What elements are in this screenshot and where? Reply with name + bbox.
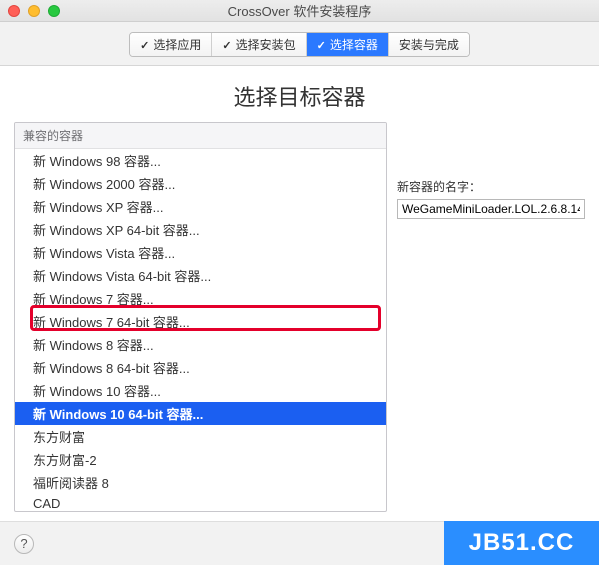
wizard-step-2[interactable]: 选择容器	[307, 33, 389, 56]
wizard-step-label: 选择容器	[330, 36, 378, 53]
check-icon	[140, 38, 149, 52]
container-list[interactable]: 新 Windows 98 容器...新 Windows 2000 容器...新 …	[15, 149, 386, 512]
list-item[interactable]: 新 Windows 10 64-bit 容器...	[15, 402, 386, 425]
name-field-label: 新容器的名字：	[397, 178, 585, 195]
list-item[interactable]: 新 Windows 98 容器...	[15, 149, 386, 172]
titlebar: CrossOver 软件安装程序	[0, 0, 599, 22]
list-item[interactable]: CAD	[15, 494, 386, 512]
wizard-steps: 选择应用 选择安装包 选择容器 安装与完成	[129, 32, 470, 57]
wizard-step-label: 选择安装包	[236, 36, 296, 53]
wizard-step-0[interactable]: 选择应用	[130, 33, 212, 56]
list-item[interactable]: 新 Windows 2000 容器...	[15, 172, 386, 195]
container-name-input[interactable]	[397, 199, 585, 219]
check-icon	[317, 38, 326, 52]
window-title: CrossOver 软件安装程序	[0, 1, 599, 20]
watermark-badge: JB51.CC	[444, 521, 599, 565]
list-item[interactable]: 新 Windows XP 64-bit 容器...	[15, 218, 386, 241]
list-item[interactable]: 新 Windows Vista 容器...	[15, 241, 386, 264]
wizard-toolbar: 选择应用 选择安装包 选择容器 安装与完成	[0, 22, 599, 66]
list-item[interactable]: 新 Windows XP 容器...	[15, 195, 386, 218]
group-header: 兼容的容器	[15, 123, 386, 149]
wizard-step-label: 选择应用	[153, 36, 201, 53]
list-item[interactable]: 新 Windows 8 64-bit 容器...	[15, 356, 386, 379]
list-item[interactable]: 新 Windows 10 容器...	[15, 379, 386, 402]
page-heading: 选择目标容器	[0, 66, 599, 122]
wizard-step-3[interactable]: 安装与完成	[389, 33, 469, 56]
help-button[interactable]: ?	[14, 534, 34, 554]
list-item[interactable]: 福昕阅读器 8	[15, 471, 386, 494]
list-item[interactable]: 新 Windows 7 64-bit 容器...	[15, 310, 386, 333]
list-item[interactable]: 新 Windows 7 容器...	[15, 287, 386, 310]
wizard-step-1[interactable]: 选择安装包	[212, 33, 306, 56]
check-icon	[222, 38, 231, 52]
list-item[interactable]: 东方财富-2	[15, 448, 386, 471]
container-groupbox: 兼容的容器 新 Windows 98 容器...新 Windows 2000 容…	[14, 122, 387, 512]
list-item[interactable]: 东方财富	[15, 425, 386, 448]
wizard-step-label: 安装与完成	[399, 36, 459, 53]
list-item[interactable]: 新 Windows Vista 64-bit 容器...	[15, 264, 386, 287]
list-item[interactable]: 新 Windows 8 容器...	[15, 333, 386, 356]
